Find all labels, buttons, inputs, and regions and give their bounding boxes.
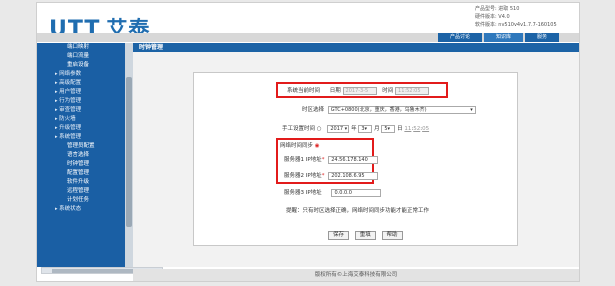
reset-button[interactable]: 重填 [354,231,376,240]
sidebar-item[interactable]: 升级管理 [37,124,125,133]
required-mark: * [321,157,325,163]
device-info: 产品型号: 进取 510 硬件版本: V4.0 软件版本: nv510v4v1.… [475,5,557,29]
help-button[interactable]: 帮助 [381,231,403,240]
sidebar-item[interactable]: 系统状态 [37,205,125,214]
month-value: 3 [361,125,365,132]
minute-field[interactable]: 52 [413,126,420,132]
second-field[interactable]: 05 [422,126,429,132]
sidebar-scrollbar[interactable] [125,43,133,267]
sidebar-item[interactable]: 语言选择 [37,151,125,160]
app-window: UTT 艾泰 产品型号: 进取 510 硬件版本: V4.0 软件版本: nv51… [36,2,580,282]
date-field: 2017-3-5 [342,86,377,95]
sidebar-item[interactable]: 系统管理 [37,133,125,142]
button-row: 保存 重填 帮助 [328,231,407,240]
sidebar-item[interactable]: 计划任务 [37,196,125,205]
time-field: 11:52:05 [395,86,430,95]
sync-note: 提醒：只有时区选择正确，网络时间同步功能才能正常工作 [286,208,430,214]
clock-panel: 系统当前时间 日期 2017-3-5 时间 11:52:05 时区选择 GTC+… [193,72,518,246]
sidebar-item[interactable]: 时钟管理 [37,160,125,169]
sidebar-item[interactable]: 软件升级 [37,178,125,187]
software-version: 软件版本: nv510v4v1.7.7-160105 [475,22,557,28]
day-select[interactable]: 5▾ [381,124,396,133]
month-unit: 月 [374,126,380,132]
sidebar-item[interactable]: 远程管理 [37,187,125,196]
footer: 版权所有©上海艾泰科技有限公司 [133,269,579,281]
timezone-select[interactable]: GTC+0800(北京，重庆，香港，乌鲁木齐) ▾ [327,105,476,114]
server2-input[interactable]: 202.108.6.95 [328,171,379,180]
sidebar-item[interactable]: 配置管理 [37,169,125,178]
radio-manual[interactable]: ○ [317,126,322,132]
day-unit: 日 [397,126,403,132]
radio-ntp-checked[interactable]: ◉ [315,143,320,149]
sidebar-item[interactable]: 用户管理 [37,88,125,97]
server3-label: 服务器3 IP地址 [284,190,322,196]
title-bar: 时钟管理 [133,43,579,52]
server1-row: 服务器1 IP地址* 24.56.178.140 [284,155,379,164]
server1-label: 服务器1 IP地址 [284,157,322,163]
ntp-label: 网络时间同步 [280,143,314,149]
page-title: 时钟管理 [139,44,164,51]
server2-label: 服务器2 IP地址 [284,173,322,179]
sidebar: 端口映射端口流量重启设备网络参数高级配置用户管理行为管理审查管理防火墙升级管理系… [37,43,133,267]
sidebar-menu: 端口映射端口流量重启设备网络参数高级配置用户管理行为管理审查管理防火墙升级管理系… [37,43,125,214]
server3-input[interactable]: 0.0.0.0 [331,188,382,197]
year-select[interactable]: 2017 ▾ [327,124,350,133]
month-select[interactable]: 3▾ [358,124,373,133]
sidebar-item[interactable]: 端口流量 [37,52,125,61]
day-value: 5 [384,125,388,132]
top-nav: 产品讨论 知识库 服务 [436,33,559,42]
hour-field[interactable]: 11 [404,126,411,132]
time-label: 时间 [382,88,394,94]
nav-product-discussion[interactable]: 产品讨论 [437,33,482,42]
sidebar-item[interactable]: 端口映射 [37,43,125,52]
sidebar-item[interactable]: 管理员配置 [37,142,125,151]
sidebar-item[interactable]: 防火墙 [37,115,125,124]
server2-row: 服务器2 IP地址* 202.108.6.95 [284,171,379,180]
ntp-row: 网络时间同步 ◉ [280,141,320,149]
nav-service[interactable]: 服务 [524,33,559,42]
server1-input[interactable]: 24.56.178.140 [328,155,379,164]
manual-time-row: 手工设置时间 ○ 2017 ▾ 年 3▾ 月 5▾ 日 11:52:05 [282,124,430,133]
timezone-value: GTC+0800(北京，重庆，香港，乌鲁木齐) [330,106,427,113]
year-unit: 年 [351,126,357,132]
required-mark: * [321,173,325,179]
sidebar-item[interactable]: 网络参数 [37,70,125,79]
timezone-row: 时区选择 GTC+0800(北京，重庆，香港，乌鲁木齐) ▾ [302,105,476,114]
sidebar-scroll-thumb[interactable] [126,77,132,227]
timezone-label: 时区选择 [302,107,325,113]
hardware-version: 硬件版本: V4.0 [475,14,510,20]
sidebar-item[interactable]: 行为管理 [37,97,125,106]
product-model: 产品型号: 进取 510 [475,6,520,12]
server3-row: 服务器3 IP地址 0.0.0.0 [284,188,382,197]
sidebar-item[interactable]: 重启设备 [37,61,125,70]
year-value: 2017 [330,125,344,132]
date-label: 日期 [329,88,341,94]
nav-knowledge-base[interactable]: 知识库 [483,33,523,42]
save-button[interactable]: 保存 [328,231,350,240]
system-time-row: 系统当前时间 日期 2017-3-5 时间 11:52:05 [287,86,430,95]
sidebar-item[interactable]: 审查管理 [37,106,125,115]
main-content: 系统当前时间 日期 2017-3-5 时间 11:52:05 时区选择 GTC+… [133,52,579,267]
chevron-down-icon: ▾ [470,106,473,113]
note-row: 提醒：只有时区选择正确，网络时间同步功能才能正常工作 [286,206,429,214]
sidebar-item[interactable]: 高级配置 [37,79,125,88]
manual-time-label: 手工设置时间 [282,126,316,132]
system-time-label: 系统当前时间 [287,88,321,94]
